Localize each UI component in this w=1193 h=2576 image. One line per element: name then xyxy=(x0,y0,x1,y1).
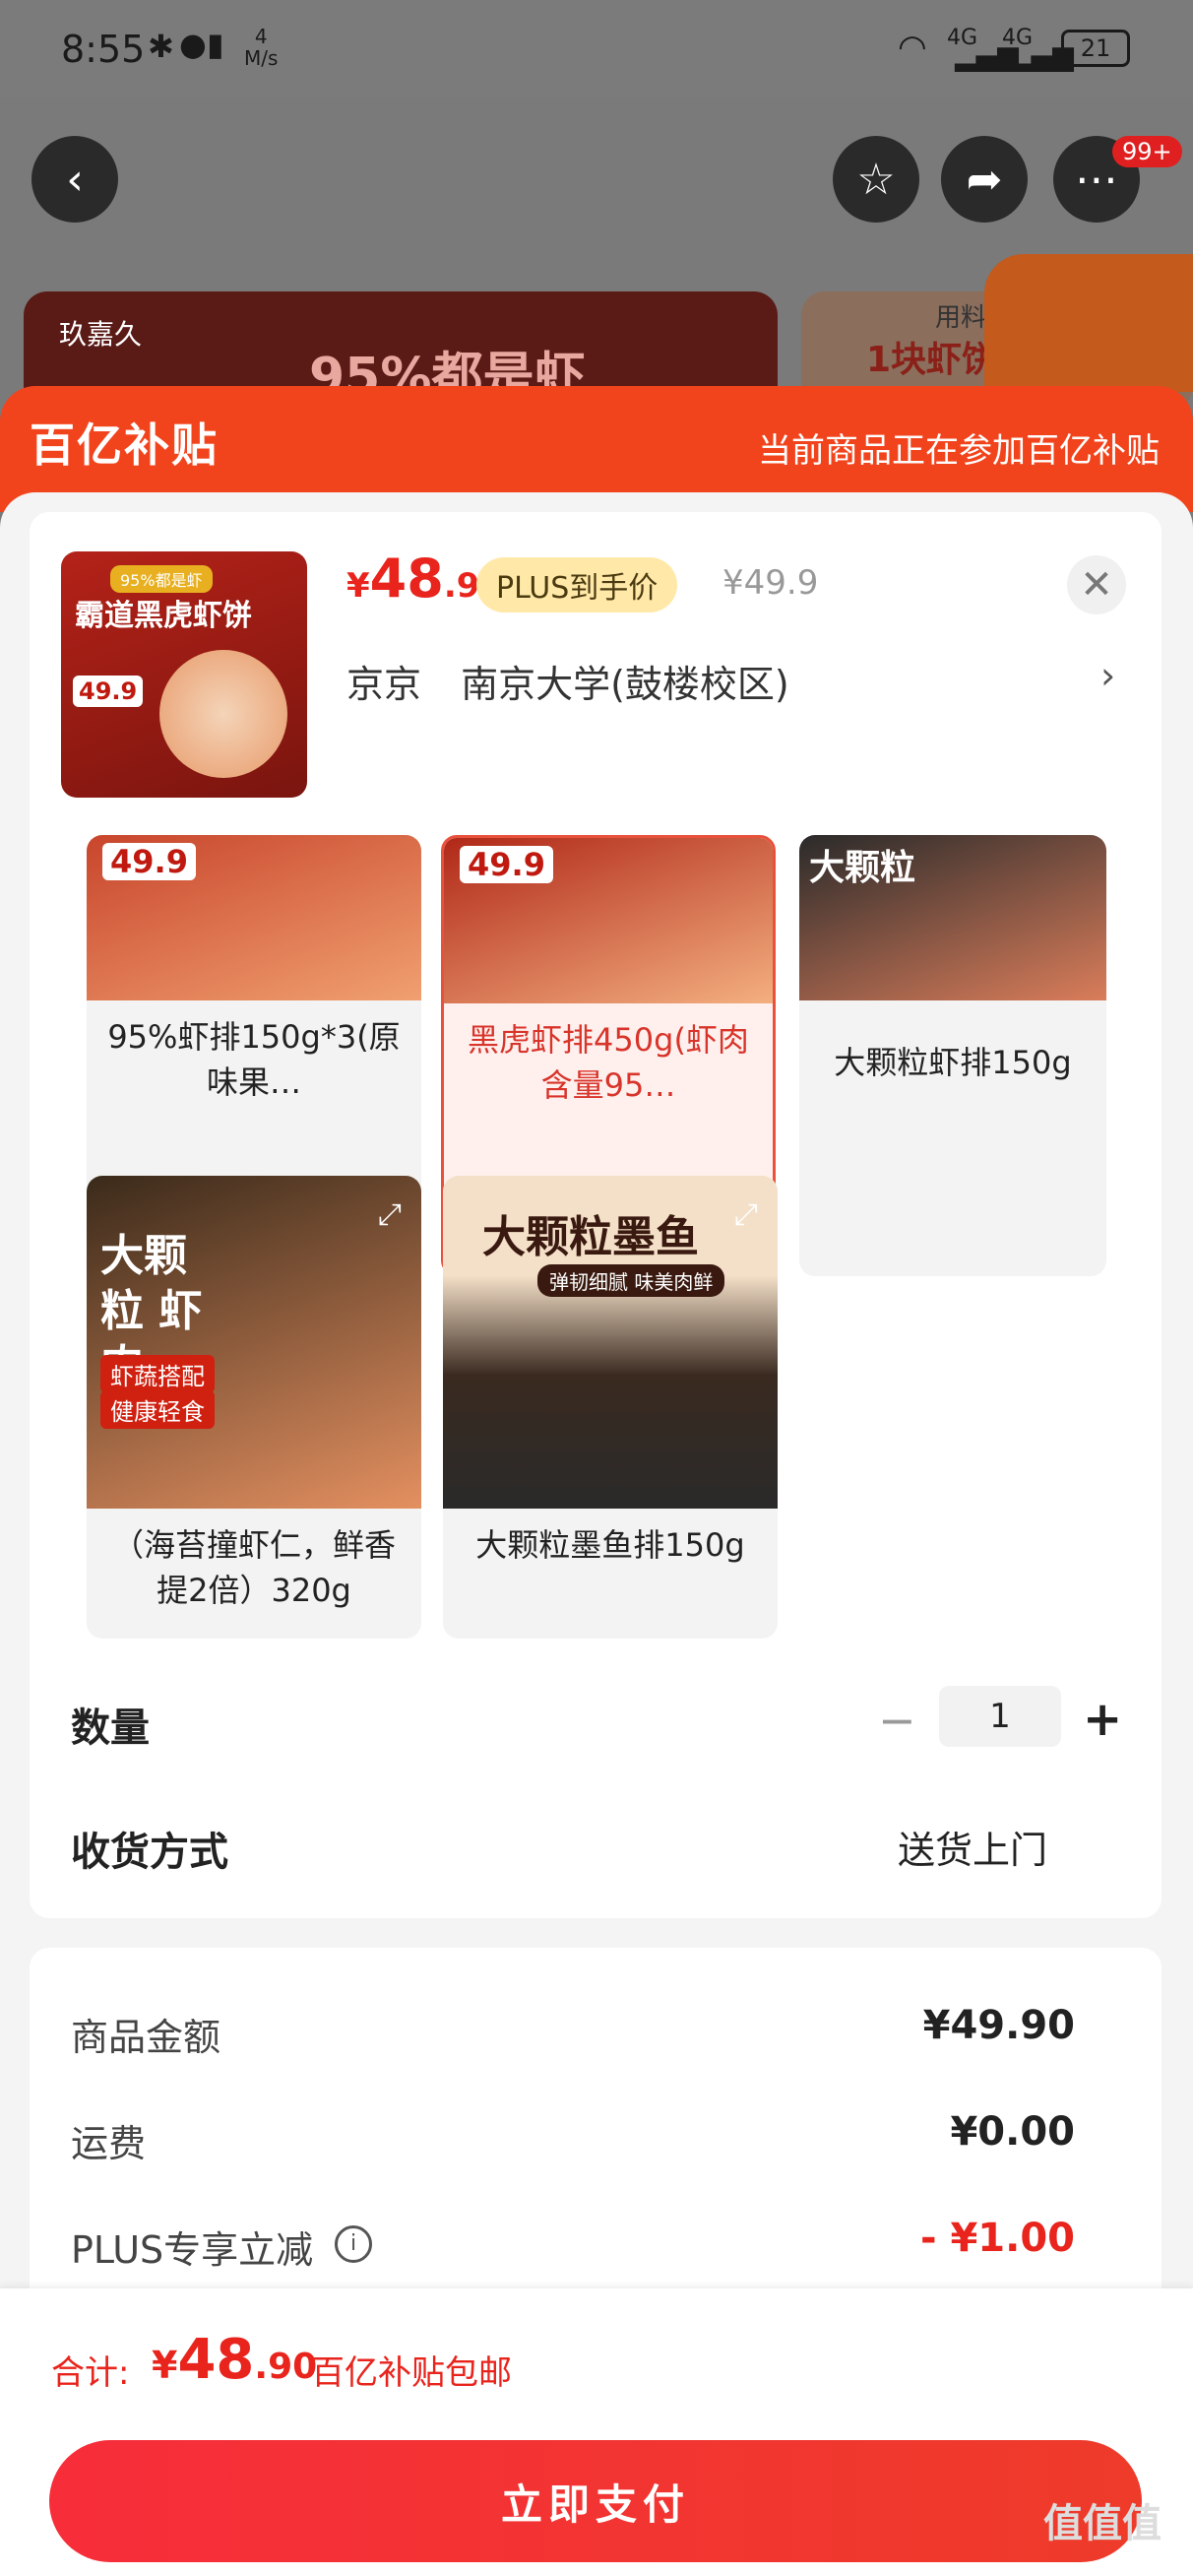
price-symbol: ¥ xyxy=(346,566,370,606)
address-city: 京京 xyxy=(346,663,422,706)
quantity-plus-button[interactable]: + xyxy=(1083,1692,1122,1747)
total-integer: 48 xyxy=(177,2328,255,2392)
shipping-label: 收货方式 xyxy=(71,1830,228,1875)
freight-label: 运费 xyxy=(71,2122,147,2165)
option-label: （海苔撞虾仁，鲜香提2倍）320g xyxy=(111,1526,396,1609)
quantity-minus-button[interactable]: − xyxy=(878,1694,916,1747)
option-image-tag: 健康轻食 xyxy=(100,1390,215,1429)
option-badge-price: 49.9 xyxy=(102,843,196,880)
status-bar: 8:55 ✱ ● ▮ 4 M/s ◠ 4G ▂▄▆ 4G ▂▄▆ 21 xyxy=(0,0,1193,98)
option-badge-price: 49.9 xyxy=(460,846,553,883)
sale-price: ¥48.9 xyxy=(346,547,479,610)
bluetooth-icon: ✱ xyxy=(148,28,174,65)
favorite-button[interactable]: ☆ xyxy=(833,136,919,223)
thumb-tag: 95%都是虾 xyxy=(110,565,213,593)
option-label: 95%虾排150g*3(原味果… xyxy=(107,1018,401,1101)
option-image-text: 大颗粒墨鱼 xyxy=(482,1212,699,1262)
address-detail: 南京大学(鼓楼校区) xyxy=(461,663,789,706)
delivery-address[interactable]: 京京 南京大学(鼓楼校区) xyxy=(346,654,789,708)
close-button[interactable]: ✕ xyxy=(1067,555,1126,614)
quantity-input[interactable]: 1 xyxy=(939,1686,1061,1747)
quantity-label: 数量 xyxy=(71,1706,150,1751)
net-speed-unit: M/s xyxy=(244,46,279,70)
vibrate-icon: ▮ xyxy=(207,26,224,63)
notification-badge: 99+ xyxy=(1112,136,1182,167)
info-icon[interactable]: i xyxy=(335,2225,372,2263)
original-price: ¥49.9 xyxy=(722,563,819,603)
option-image-tag: 虾蔬搭配 xyxy=(100,1355,215,1393)
pay-now-button[interactable]: 立即支付 xyxy=(49,2440,1142,2562)
total-label: 合计: xyxy=(51,2353,130,2393)
plus-price-tag: PLUS到手价 xyxy=(476,557,678,612)
star-icon: ☆ xyxy=(856,154,896,205)
option-image-text: 大颗粒 xyxy=(809,848,916,888)
plus-discount-value: - ¥1.00 xyxy=(919,2216,1075,2261)
total-decimal: .90 xyxy=(254,2347,318,2387)
clock: 8:55 xyxy=(61,28,146,71)
option-label: 大颗粒虾排150g xyxy=(834,1044,1072,1081)
share-button[interactable]: ➦ xyxy=(941,136,1028,223)
shipping-method[interactable]: 送货上门 xyxy=(898,1820,1047,1874)
price-decimal: .9 xyxy=(443,566,480,606)
subsidy-logo: 百亿补贴 xyxy=(30,419,219,472)
battery-icon: 21 xyxy=(1061,30,1130,67)
product-thumbnail[interactable]: 95%都是虾 霸道黑虎虾饼 49.9 xyxy=(61,551,307,798)
subsidy-corner-logo xyxy=(984,254,1193,392)
expand-icon[interactable]: ⤢ xyxy=(378,1197,402,1232)
thumb-price: 49.9 xyxy=(73,676,144,707)
net-speed: 4 M/s xyxy=(244,26,278,69)
plus-discount-label: PLUS专享立减 xyxy=(71,2228,314,2272)
option-label: 黑虎虾排450g(虾肉含量95… xyxy=(468,1021,749,1104)
side-text: 1块虾饼 xyxy=(866,340,998,380)
option-image: 49.9 xyxy=(444,838,773,1003)
subsidy-notice: 当前商品正在参加百亿补贴 xyxy=(758,431,1160,471)
location-icon: ● xyxy=(179,26,207,63)
back-button[interactable]: ‹ xyxy=(31,136,118,223)
price-integer: 48 xyxy=(369,547,444,610)
option-image-sub: 弹韧细腻 味美肉鲜 xyxy=(537,1264,725,1297)
option-item[interactable]: 大颗粒墨鱼 弹韧细腻 味美肉鲜 ⤢ 大颗粒墨鱼排150g xyxy=(443,1176,778,1639)
goods-amount-value: ¥49.90 xyxy=(922,2003,1075,2048)
banner-brand: 玖嘉久 xyxy=(59,318,143,351)
total-amount: ¥48.90 xyxy=(152,2328,317,2392)
wifi-icon: ◠ xyxy=(898,28,927,67)
expand-icon[interactable]: ⤢ xyxy=(734,1197,758,1232)
share-icon: ➦ xyxy=(966,154,1003,205)
total-symbol: ¥ xyxy=(152,2344,178,2387)
option-image: 大颗粒 虾肉 虾蔬搭配 健康轻食 ⤢ xyxy=(87,1176,421,1509)
shrimp-cake-image xyxy=(159,650,287,778)
close-icon: ✕ xyxy=(1080,562,1113,608)
more-icon: ⋯ xyxy=(1075,154,1118,205)
option-label: 大颗粒墨鱼排150g xyxy=(475,1526,745,1564)
thumb-title: 霸道黑虎虾饼 xyxy=(75,599,252,633)
option-image: 大颗粒 xyxy=(799,835,1106,1000)
option-image: 49.9 xyxy=(87,835,421,1000)
watermark: 值值值 xyxy=(1043,2501,1162,2546)
option-image: 大颗粒墨鱼 弹韧细腻 味美肉鲜 ⤢ xyxy=(443,1176,778,1509)
freight-value: ¥0.00 xyxy=(950,2109,1075,2155)
option-item[interactable]: 大颗粒 虾肉 虾蔬搭配 健康轻食 ⤢ （海苔撞虾仁，鲜香提2倍）320g xyxy=(87,1176,421,1639)
option-item[interactable]: 大颗粒 大颗粒虾排150g xyxy=(799,835,1106,1276)
free-shipping-note: 百亿补贴包邮 xyxy=(311,2353,512,2393)
back-arrow-icon: ‹ xyxy=(66,154,84,205)
net-speed-value: 4 xyxy=(254,25,268,48)
goods-amount-label: 商品金额 xyxy=(71,2016,221,2059)
chevron-right-icon[interactable]: › xyxy=(1100,654,1115,697)
